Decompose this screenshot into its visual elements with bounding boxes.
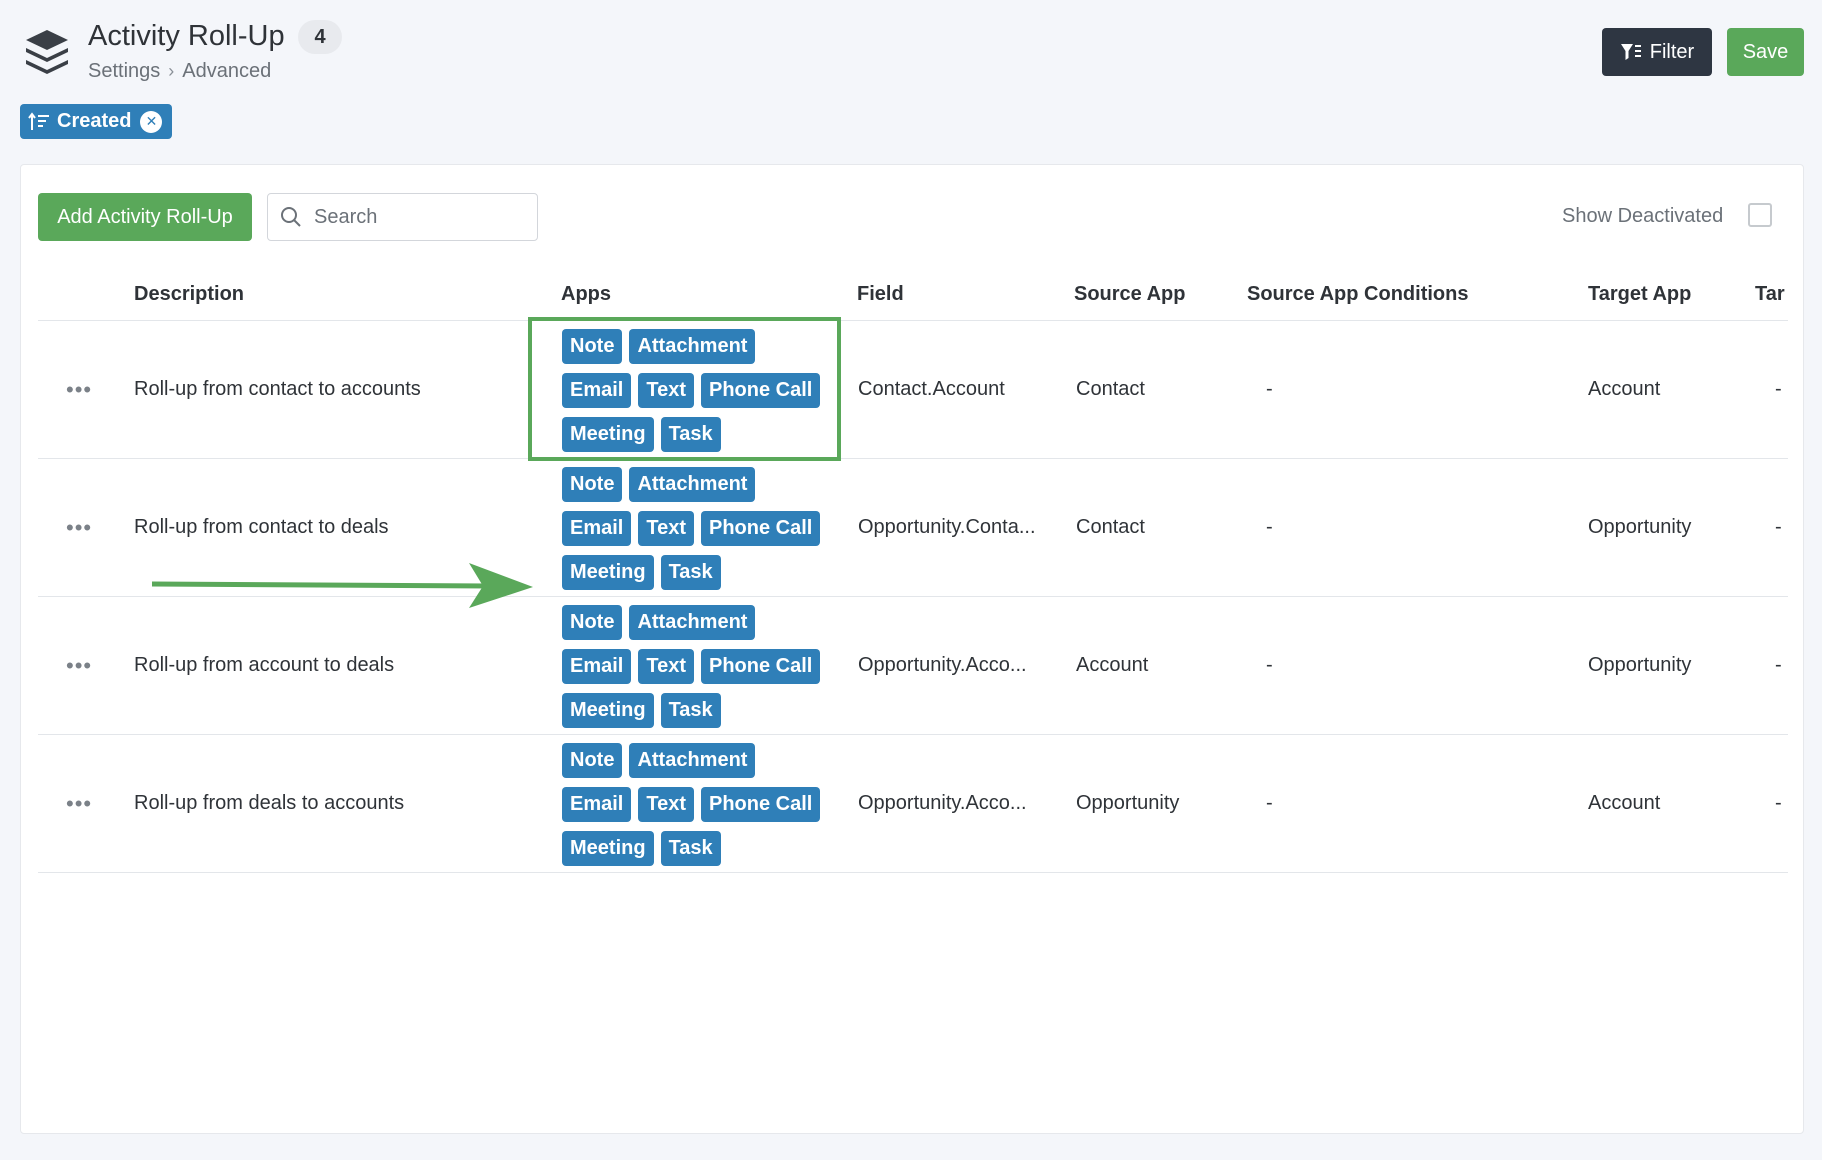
row-field: Opportunity.Acco... <box>858 654 1027 676</box>
filter-icon <box>1620 44 1641 60</box>
app-tag-email: Email <box>562 787 632 822</box>
sort-chip-label: Created <box>57 110 132 132</box>
show-deactivated-label: Show Deactivated <box>1562 205 1724 227</box>
row-field: Contact.Account <box>858 378 1005 400</box>
column-header-apps[interactable]: Apps <box>561 283 611 306</box>
row-source-app: Contact <box>1076 516 1145 538</box>
app-tag-phone-call: Phone Call <box>701 511 821 546</box>
search-icon <box>281 207 301 227</box>
breadcrumb: Settings › Advanced <box>88 60 271 83</box>
row-source-conditions: - <box>1266 792 1273 814</box>
column-header-description[interactable]: Description <box>134 283 244 306</box>
row-source-app: Account <box>1076 654 1149 676</box>
app-tag-text: Text <box>638 373 694 408</box>
app-tag-attachment: Attachment <box>629 743 756 778</box>
column-header-source-app-conditions[interactable]: Source App Conditions <box>1247 283 1468 306</box>
page-title: Activity Roll-Up <box>88 20 285 52</box>
app-tag-text: Text <box>638 511 694 546</box>
close-icon[interactable]: ✕ <box>140 110 163 133</box>
row-target-app: Account <box>1588 378 1661 400</box>
app-tag-task: Task <box>660 555 721 590</box>
app-tag-meeting: Meeting <box>562 417 654 452</box>
row-source-app: Opportunity <box>1076 792 1180 814</box>
app-tag-note: Note <box>562 467 623 502</box>
column-header-target-extra[interactable]: Tar( <box>1755 283 1785 306</box>
app-tag-email: Email <box>562 649 632 684</box>
app-tag-meeting: Meeting <box>562 555 654 590</box>
row-source-conditions: - <box>1266 516 1273 538</box>
row-description: Roll-up from deals to accounts <box>134 792 405 814</box>
app-tag-note: Note <box>562 743 623 778</box>
table-row[interactable]: ••• Roll-up from deals to accounts Note … <box>38 735 1788 873</box>
app-tag-email: Email <box>562 373 632 408</box>
app-tag-text: Text <box>638 649 694 684</box>
row-target-extra: - <box>1775 516 1782 538</box>
row-source-app: Contact <box>1076 378 1145 400</box>
table-row[interactable]: ••• Roll-up from account to deals Note A… <box>38 597 1788 735</box>
app-tag-meeting: Meeting <box>562 831 654 866</box>
add-activity-roll-up-button[interactable]: Add Activity Roll-Up <box>38 193 252 241</box>
sort-icon <box>28 111 49 130</box>
app-tag-note: Note <box>562 329 623 364</box>
row-target-app: Account <box>1588 792 1661 814</box>
app-tag-phone-call: Phone Call <box>701 787 821 822</box>
column-header-source-app[interactable]: Source App <box>1074 283 1186 306</box>
search-input[interactable] <box>312 204 512 230</box>
row-description: Roll-up from account to deals <box>134 654 395 676</box>
app-tag-attachment: Attachment <box>629 605 756 640</box>
search-field[interactable] <box>267 193 538 241</box>
sort-chip-created[interactable]: Created ✕ <box>20 104 172 139</box>
ellipsis-icon[interactable]: ••• <box>66 597 96 734</box>
breadcrumb-settings[interactable]: Settings <box>88 60 160 83</box>
save-button[interactable]: Save <box>1727 28 1804 76</box>
apps-tags: Note Attachment Email Text Phone Call Me… <box>562 605 822 737</box>
app-tag-attachment: Attachment <box>629 467 756 502</box>
row-target-extra: - <box>1775 792 1782 814</box>
app-tag-email: Email <box>562 511 632 546</box>
row-target-extra: - <box>1775 378 1782 400</box>
row-target-app: Opportunity <box>1588 654 1692 676</box>
ellipsis-icon[interactable]: ••• <box>66 735 96 872</box>
row-target-extra: - <box>1775 654 1782 676</box>
count-badge: 4 <box>298 20 342 54</box>
filter-label: Filter <box>1649 40 1695 63</box>
ellipsis-icon[interactable]: ••• <box>66 459 96 596</box>
ellipsis-icon[interactable]: ••• <box>66 321 96 458</box>
app-tag-meeting: Meeting <box>562 693 654 728</box>
table-row[interactable]: ••• Roll-up from contact to accounts Not… <box>38 321 1788 459</box>
breadcrumb-advanced[interactable]: Advanced <box>182 60 271 83</box>
apps-tags: Note Attachment Email Text Phone Call Me… <box>562 743 822 875</box>
row-field: Opportunity.Conta... <box>858 516 1036 538</box>
app-tag-task: Task <box>660 693 721 728</box>
app-tag-attachment: Attachment <box>629 329 756 364</box>
app-tag-phone-call: Phone Call <box>701 373 821 408</box>
app-tag-task: Task <box>660 831 721 866</box>
app-tag-text: Text <box>638 787 694 822</box>
apps-tags: Note Attachment Email Text Phone Call Me… <box>562 467 822 599</box>
row-field: Opportunity.Acco... <box>858 792 1027 814</box>
app-tag-phone-call: Phone Call <box>701 649 821 684</box>
chevron-right-icon: › <box>168 61 175 81</box>
page-header: Activity Roll-Up 4 Settings › Advanced F… <box>0 0 1822 150</box>
stack-layers-icon <box>26 30 68 74</box>
app-tag-task: Task <box>660 417 721 452</box>
row-source-conditions: - <box>1266 654 1273 676</box>
column-header-target-app[interactable]: Target App <box>1588 283 1691 306</box>
row-target-app: Opportunity <box>1588 516 1692 538</box>
app-tag-note: Note <box>562 605 623 640</box>
apps-tags: Note Attachment Email Text Phone Call Me… <box>562 329 822 461</box>
filter-button[interactable]: Filter <box>1602 28 1712 76</box>
column-header-field[interactable]: Field <box>857 283 904 306</box>
row-description: Roll-up from contact to accounts <box>134 378 421 400</box>
show-deactivated-checkbox[interactable] <box>1748 203 1772 227</box>
row-source-conditions: - <box>1266 378 1273 400</box>
arrow-right-icon <box>151 563 533 608</box>
roll-up-panel: Add Activity Roll-Up Show Deactivated De… <box>20 164 1804 1134</box>
